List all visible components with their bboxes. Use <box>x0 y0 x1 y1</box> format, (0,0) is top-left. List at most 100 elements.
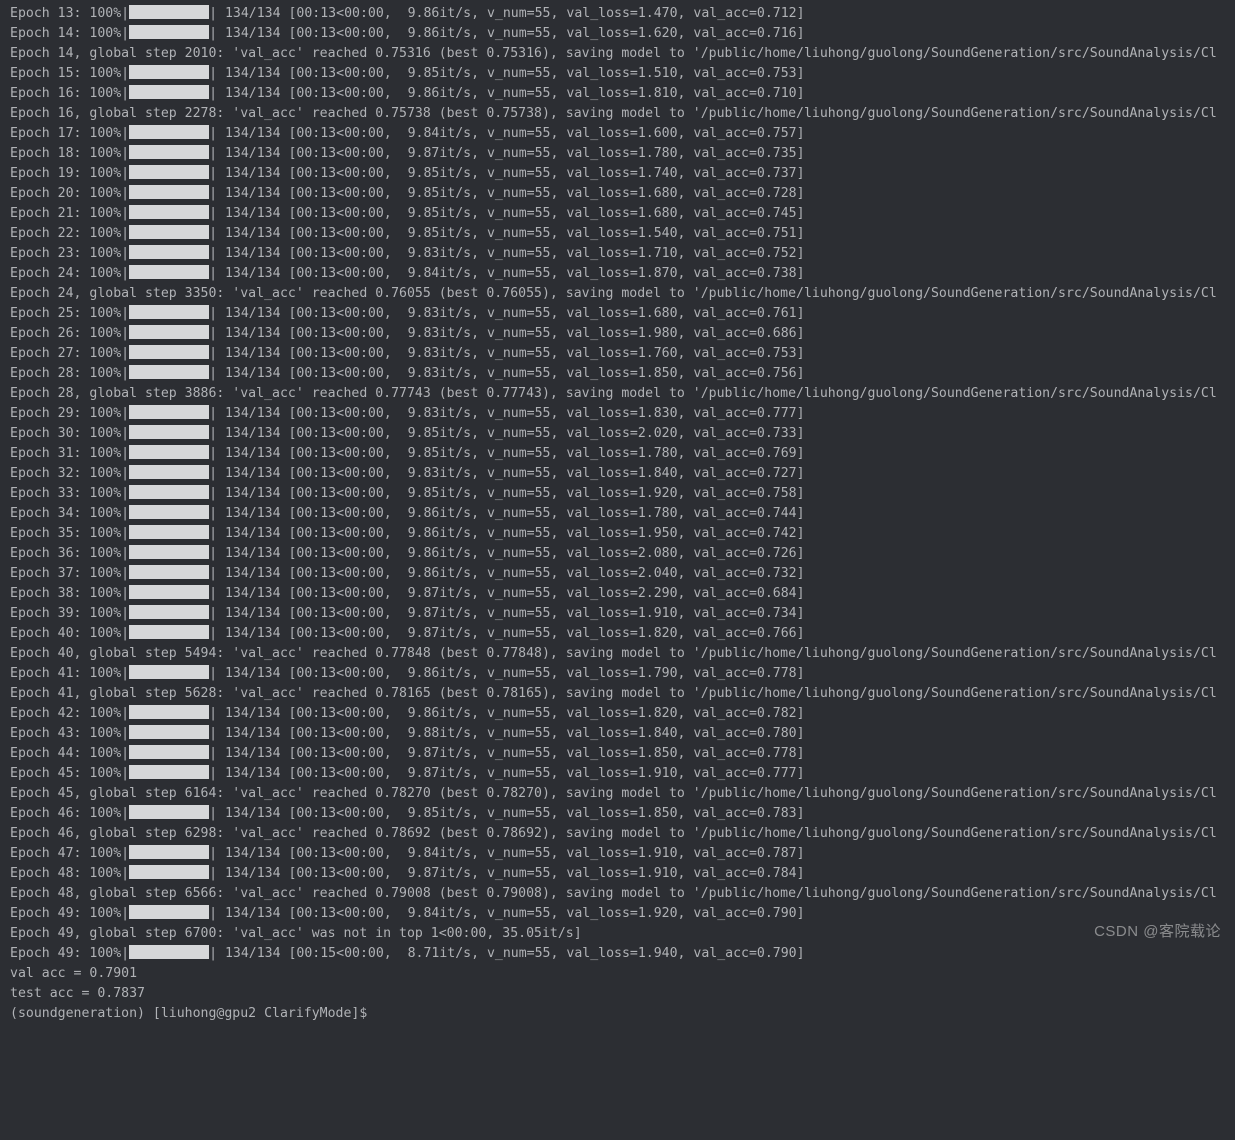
epoch-progress-line: Epoch 14: 100%|| 134/134 [00:13<00:00, 9… <box>10 24 1235 44</box>
progress-bar <box>129 325 209 339</box>
epoch-stats: | 134/134 [00:13<00:00, 9.87it/s, v_num=… <box>209 146 804 161</box>
progress-bar <box>129 5 209 19</box>
test-acc-summary: test acc = 0.7837 <box>10 984 1235 1004</box>
progress-bar <box>129 865 209 879</box>
progress-bar <box>129 205 209 219</box>
progress-bar <box>129 705 209 719</box>
epoch-progress-line: Epoch 20: 100%|| 134/134 [00:13<00:00, 9… <box>10 184 1235 204</box>
epoch-stats: | 134/134 [00:13<00:00, 9.86it/s, v_num=… <box>209 546 804 561</box>
epoch-progress-line: Epoch 21: 100%|| 134/134 [00:13<00:00, 9… <box>10 204 1235 224</box>
epoch-progress-line: Epoch 19: 100%|| 134/134 [00:13<00:00, 9… <box>10 164 1235 184</box>
epoch-label: Epoch 26: 100%| <box>10 326 129 341</box>
progress-bar <box>129 665 209 679</box>
epoch-progress-line: Epoch 34: 100%|| 134/134 [00:13<00:00, 9… <box>10 504 1235 524</box>
progress-bar <box>129 765 209 779</box>
epoch-label: Epoch 48: 100%| <box>10 866 129 881</box>
epoch-progress-line: Epoch 16: 100%|| 134/134 [00:13<00:00, 9… <box>10 84 1235 104</box>
progress-bar <box>129 545 209 559</box>
epoch-progress-line: Epoch 24: 100%|| 134/134 [00:13<00:00, 9… <box>10 264 1235 284</box>
epoch-progress-line: Epoch 33: 100%| | 134/134 [00:13<00:00, 9… <box>10 484 1235 504</box>
epoch-label: Epoch 35: 100%| <box>10 526 129 541</box>
epoch-label: Epoch 47: 100%| <box>10 846 129 861</box>
progress-bar <box>129 845 209 859</box>
epoch-progress-line: Epoch 22: 100%|| 134/134 [00:13<00:00, 9… <box>10 224 1235 244</box>
terminal-output[interactable]: Epoch 13: 100%|| 134/134 [00:13<00:00, 9… <box>0 0 1235 1032</box>
epoch-progress-line: Epoch 49: 100%|| 134/134 [00:15<00:00, 8… <box>10 944 1235 964</box>
epoch-label: Epoch 44: 100%| <box>10 746 129 761</box>
epoch-progress-line: Epoch 17: 100%|| 134/134 [00:13<00:00, 9… <box>10 124 1235 144</box>
progress-bar <box>129 445 209 459</box>
epoch-progress-line: Epoch 36: 100%| | 134/134 [00:13<00:00, 9… <box>10 544 1235 564</box>
checkpoint-save-line: Epoch 40, global step 5494: 'val_acc' re… <box>10 644 1235 664</box>
epoch-progress-line: Epoch 48: 100%| | 134/134 [00:13<00:00, 9… <box>10 864 1235 884</box>
progress-bar <box>129 485 209 499</box>
epoch-stats: | 134/134 [00:13<00:00, 9.87it/s, v_num=… <box>209 766 804 781</box>
progress-bar <box>129 165 209 179</box>
epoch-stats: | 134/134 [00:13<00:00, 9.85it/s, v_num=… <box>209 166 804 181</box>
epoch-stats: | 134/134 [00:13<00:00, 9.85it/s, v_num=… <box>209 206 804 221</box>
epoch-stats: | 134/134 [00:13<00:00, 9.85it/s, v_num=… <box>209 806 804 821</box>
epoch-label: Epoch 46: 100%| <box>10 806 129 821</box>
epoch-stats: | 134/134 [00:13<00:00, 9.87it/s, v_num=… <box>209 606 804 621</box>
epoch-stats: | 134/134 [00:13<00:00, 9.83it/s, v_num=… <box>209 326 804 341</box>
epoch-stats: | 134/134 [00:13<00:00, 9.85it/s, v_num=… <box>209 426 804 441</box>
progress-bar <box>129 405 209 419</box>
epoch-progress-line: Epoch 32: 100%|| 134/134 [00:13<00:00, 9… <box>10 464 1235 484</box>
checkpoint-save-line: Epoch 16, global step 2278: 'val_acc' re… <box>10 104 1235 124</box>
epoch-label: Epoch 15: 100%| <box>10 66 129 81</box>
epoch-progress-line: Epoch 29: 100%|| 134/134 [00:13<00:00, 9… <box>10 404 1235 424</box>
epoch-progress-line: Epoch 42: 100%|| 134/134 [00:13<00:00, 9… <box>10 704 1235 724</box>
epoch-stats: | 134/134 [00:13<00:00, 9.85it/s, v_num=… <box>209 66 804 81</box>
epoch-label: Epoch 28: 100%| <box>10 366 129 381</box>
epoch-progress-line: Epoch 27: 100%| | 134/134 [00:13<00:00, 9… <box>10 344 1235 364</box>
progress-bar <box>129 65 209 79</box>
epoch-stats: | 134/134 [00:13<00:00, 9.87it/s, v_num=… <box>209 746 804 761</box>
epoch-stats: | 134/134 [00:13<00:00, 9.83it/s, v_num=… <box>209 466 804 481</box>
epoch-progress-line: Epoch 23: 100%|| 134/134 [00:13<00:00, 9… <box>10 244 1235 264</box>
checkpoint-save-line: Epoch 48, global step 6566: 'val_acc' re… <box>10 884 1235 904</box>
epoch-label: Epoch 36: 100%| <box>10 546 129 561</box>
epoch-stats: | 134/134 [00:13<00:00, 9.83it/s, v_num=… <box>209 346 804 361</box>
progress-bar <box>129 585 209 599</box>
epoch-label: Epoch 49: 100%| <box>10 946 129 961</box>
epoch-progress-line: Epoch 41: 100%|| 134/134 [00:13<00:00, 9… <box>10 664 1235 684</box>
progress-bar <box>129 265 209 279</box>
epoch-label: Epoch 43: 100%| <box>10 726 129 741</box>
progress-bar <box>129 365 209 379</box>
progress-bar <box>129 745 209 759</box>
epoch-progress-line: Epoch 38: 100%|| 134/134 [00:13<00:00, 9… <box>10 584 1235 604</box>
checkpoint-save-line: Epoch 46, global step 6298: 'val_acc' re… <box>10 824 1235 844</box>
epoch-progress-line: Epoch 44: 100%| | 134/134 [00:13<00:00, 9… <box>10 744 1235 764</box>
epoch-stats: | 134/134 [00:13<00:00, 9.84it/s, v_num=… <box>209 846 804 861</box>
shell-prompt[interactable]: (soundgeneration) [liuhong@gpu2 ClarifyM… <box>10 1004 1235 1024</box>
epoch-progress-line: Epoch 43: 100%|| 134/134 [00:13<00:00, 9… <box>10 724 1235 744</box>
epoch-stats: | 134/134 [00:13<00:00, 9.84it/s, v_num=… <box>209 126 804 141</box>
epoch-progress-line: Epoch 30: 100%|| 134/134 [00:13<00:00, 9… <box>10 424 1235 444</box>
progress-bar <box>129 185 209 199</box>
epoch-label: Epoch 27: 100%| <box>10 346 129 361</box>
epoch-stats: | 134/134 [00:13<00:00, 9.85it/s, v_num=… <box>209 226 804 241</box>
progress-bar <box>129 625 209 639</box>
progress-bar <box>129 85 209 99</box>
epoch-progress-line: Epoch 47: 100%| | 134/134 [00:13<00:00, 9… <box>10 844 1235 864</box>
epoch-label: Epoch 39: 100%| <box>10 606 129 621</box>
epoch-label: Epoch 20: 100%| <box>10 186 129 201</box>
progress-bar <box>129 605 209 619</box>
epoch-stats: | 134/134 [00:13<00:00, 9.85it/s, v_num=… <box>209 486 804 501</box>
progress-bar <box>129 225 209 239</box>
checkpoint-save-line: Epoch 45, global step 6164: 'val_acc' re… <box>10 784 1235 804</box>
epoch-stats: | 134/134 [00:13<00:00, 9.87it/s, v_num=… <box>209 866 804 881</box>
progress-bar <box>129 565 209 579</box>
epoch-label: Epoch 33: 100%| <box>10 486 129 501</box>
progress-bar <box>129 525 209 539</box>
epoch-progress-line: Epoch 40: 100%|| 134/134 [00:13<00:00, 9… <box>10 624 1235 644</box>
progress-bar <box>129 725 209 739</box>
epoch-stats: | 134/134 [00:13<00:00, 9.83it/s, v_num=… <box>209 246 804 261</box>
epoch-stats: | 134/134 [00:13<00:00, 9.86it/s, v_num=… <box>209 706 804 721</box>
progress-bar <box>129 425 209 439</box>
epoch-stats: | 134/134 [00:13<00:00, 9.87it/s, v_num=… <box>209 626 804 641</box>
checkpoint-skip-line: Epoch 49, global step 6700: 'val_acc' wa… <box>10 924 1235 944</box>
progress-bar <box>129 905 209 919</box>
epoch-stats: | 134/134 [00:13<00:00, 9.83it/s, v_num=… <box>209 306 804 321</box>
progress-bar <box>129 145 209 159</box>
